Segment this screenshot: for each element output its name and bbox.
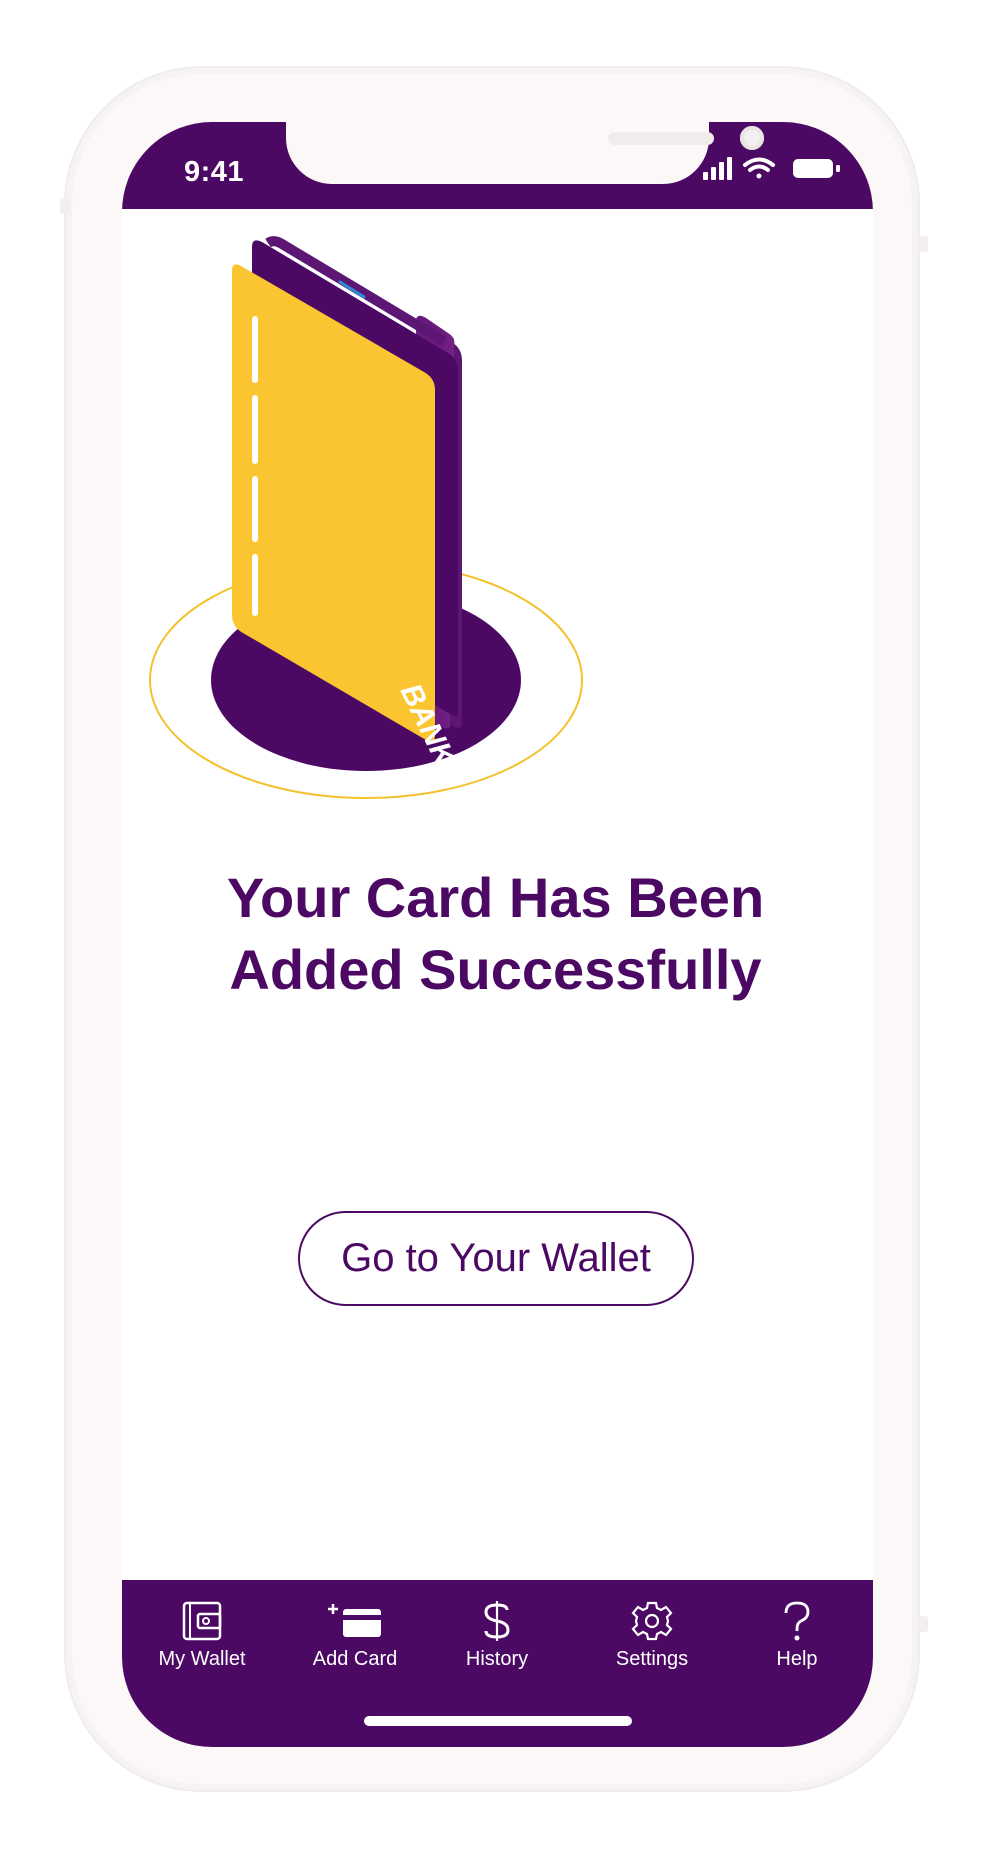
question-icon: [784, 1601, 810, 1641]
wallet-icon: [182, 1601, 222, 1641]
headline-line-1: Your Card Has Been: [226, 866, 765, 929]
add-card-icon: [328, 1604, 381, 1637]
notch: [286, 122, 764, 184]
headline-line-2: Added Successfully: [229, 938, 762, 1001]
card-illustration: BANK: [149, 236, 583, 799]
dollar-icon: [484, 1601, 510, 1641]
signal-icon: [703, 157, 732, 180]
tab-label: Settings: [615, 1648, 689, 1670]
tab-label: Add Card: [312, 1648, 398, 1670]
side-button: [918, 236, 928, 252]
battery-icon: [793, 159, 840, 178]
tab-label: History: [465, 1648, 529, 1670]
side-button: [918, 1616, 928, 1632]
tab-add-card[interactable]: Add Card: [285, 1600, 425, 1690]
tab-label: My Wallet: [158, 1648, 246, 1670]
home-indicator: [364, 1716, 632, 1726]
go-to-wallet-button[interactable]: Go to Your Wallet: [298, 1211, 694, 1306]
tab-label: Help: [776, 1648, 818, 1670]
bottom-tab-bar: My Wallet Add Card History Settings Help: [122, 1580, 873, 1747]
side-button: [60, 198, 70, 214]
tab-my-wallet[interactable]: My Wallet: [132, 1600, 272, 1690]
status-bar: 9:41: [122, 122, 873, 209]
gear-icon: [631, 1601, 673, 1641]
status-time: 9:41: [184, 156, 245, 188]
success-headline: Your Card Has Been Added Successfully: [0, 862, 991, 1006]
speaker: [608, 132, 714, 145]
tab-help[interactable]: Help: [727, 1600, 867, 1690]
status-icons: [703, 157, 840, 180]
tab-history[interactable]: History: [427, 1600, 567, 1690]
front-camera: [740, 126, 764, 150]
wifi-icon: [743, 157, 775, 179]
tab-settings[interactable]: Settings: [582, 1600, 722, 1690]
